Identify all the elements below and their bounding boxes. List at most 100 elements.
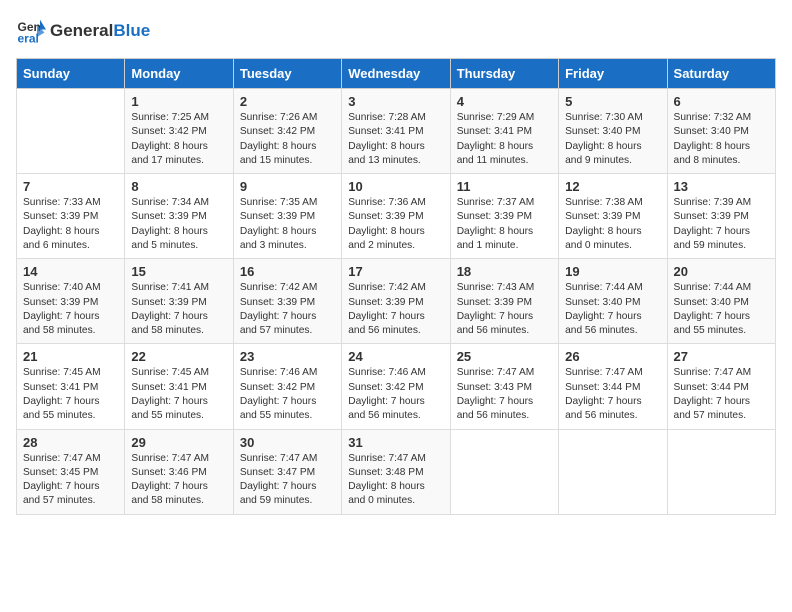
calendar-cell: [450, 429, 558, 514]
day-info: Sunrise: 7:47 AMSunset: 3:47 PMDaylight:…: [240, 452, 335, 509]
day-number: 8: [131, 179, 226, 194]
day-number: 20: [674, 264, 769, 279]
day-info: Sunrise: 7:42 AMSunset: 3:39 PMDaylight:…: [348, 281, 443, 338]
day-info: Sunrise: 7:46 AMSunset: 3:42 PMDaylight:…: [240, 366, 335, 423]
day-info: Sunrise: 7:47 AMSunset: 3:44 PMDaylight:…: [565, 366, 660, 423]
day-number: 14: [23, 264, 118, 279]
day-info: Sunrise: 7:44 AMSunset: 3:40 PMDaylight:…: [565, 281, 660, 338]
weekday-header-tuesday: Tuesday: [233, 59, 341, 89]
day-number: 5: [565, 94, 660, 109]
calendar-cell: 10Sunrise: 7:36 AMSunset: 3:39 PMDayligh…: [342, 174, 450, 259]
day-info: Sunrise: 7:47 AMSunset: 3:44 PMDaylight:…: [674, 366, 769, 423]
calendar-cell: 25 Sunrise: 7:47 AMSunset: 3:43 PMDayligh…: [450, 344, 558, 429]
calendar-cell: [559, 429, 667, 514]
weekday-header-thursday: Thursday: [450, 59, 558, 89]
day-number: 6: [674, 94, 769, 109]
day-number: 18: [457, 264, 552, 279]
day-info: Sunrise: 7:45 AMSunset: 3:41 PMDaylight:…: [23, 366, 118, 423]
calendar-week-row: 28 Sunrise: 7:47 AMSunset: 3:45 PMDayligh…: [17, 429, 776, 514]
weekday-header-wednesday: Wednesday: [342, 59, 450, 89]
day-number: 29: [131, 435, 226, 450]
day-number: 10: [348, 179, 443, 194]
day-info: Sunrise: 7:32 AMSunset: 3:40 PMDaylight:…: [674, 111, 769, 168]
calendar-cell: 15 Sunrise: 7:41 AMSunset: 3:39 PMDayligh…: [125, 259, 233, 344]
calendar-cell: 2Sunrise: 7:26 AMSunset: 3:42 PMDaylight…: [233, 89, 341, 174]
day-info: Sunrise: 7:38 AMSunset: 3:39 PMDaylight:…: [565, 196, 660, 253]
day-info: Sunrise: 7:34 AMSunset: 3:39 PMDaylight:…: [131, 196, 226, 253]
day-info: Sunrise: 7:45 AMSunset: 3:41 PMDaylight:…: [131, 366, 226, 423]
day-info: Sunrise: 7:47 AMSunset: 3:45 PMDaylight:…: [23, 452, 118, 509]
calendar-cell: 13Sunrise: 7:39 AMSunset: 3:39 PMDayligh…: [667, 174, 775, 259]
calendar-cell: 9 Sunrise: 7:35 AMSunset: 3:39 PMDaylight…: [233, 174, 341, 259]
day-number: 3: [348, 94, 443, 109]
calendar-cell: 30 Sunrise: 7:47 AMSunset: 3:47 PMDayligh…: [233, 429, 341, 514]
weekday-header-friday: Friday: [559, 59, 667, 89]
day-number: 28: [23, 435, 118, 450]
day-number: 12: [565, 179, 660, 194]
calendar-table: SundayMondayTuesdayWednesdayThursdayFrid…: [16, 58, 776, 515]
calendar-cell: 18 Sunrise: 7:43 AMSunset: 3:39 PMDayligh…: [450, 259, 558, 344]
day-info: Sunrise: 7:43 AMSunset: 3:39 PMDaylight:…: [457, 281, 552, 338]
weekday-header-monday: Monday: [125, 59, 233, 89]
day-number: 24: [348, 349, 443, 364]
day-info: Sunrise: 7:46 AMSunset: 3:42 PMDaylight:…: [348, 366, 443, 423]
calendar-week-row: 21 Sunrise: 7:45 AMSunset: 3:41 PMDayligh…: [17, 344, 776, 429]
day-number: 22: [131, 349, 226, 364]
day-info: Sunrise: 7:41 AMSunset: 3:39 PMDaylight:…: [131, 281, 226, 338]
page-header: Gen eral GeneralBlue: [16, 16, 776, 46]
day-number: 27: [674, 349, 769, 364]
calendar-cell: 4Sunrise: 7:29 AMSunset: 3:41 PMDaylight…: [450, 89, 558, 174]
calendar-cell: [667, 429, 775, 514]
day-number: 30: [240, 435, 335, 450]
day-number: 4: [457, 94, 552, 109]
calendar-cell: 26 Sunrise: 7:47 AMSunset: 3:44 PMDayligh…: [559, 344, 667, 429]
weekday-header-sunday: Sunday: [17, 59, 125, 89]
day-info: Sunrise: 7:47 AMSunset: 3:43 PMDaylight:…: [457, 366, 552, 423]
day-info: Sunrise: 7:25 AMSunset: 3:42 PMDaylight:…: [131, 111, 226, 168]
day-number: 16: [240, 264, 335, 279]
calendar-cell: 5 Sunrise: 7:30 AMSunset: 3:40 PMDaylight…: [559, 89, 667, 174]
calendar-cell: 31Sunrise: 7:47 AMSunset: 3:48 PMDayligh…: [342, 429, 450, 514]
calendar-cell: 14Sunrise: 7:40 AMSunset: 3:39 PMDayligh…: [17, 259, 125, 344]
calendar-cell: 22 Sunrise: 7:45 AMSunset: 3:41 PMDayligh…: [125, 344, 233, 429]
weekday-header-saturday: Saturday: [667, 59, 775, 89]
day-info: Sunrise: 7:33 AMSunset: 3:39 PMDaylight:…: [23, 196, 118, 253]
calendar-cell: 11 Sunrise: 7:37 AMSunset: 3:39 PMDayligh…: [450, 174, 558, 259]
calendar-cell: 29 Sunrise: 7:47 AMSunset: 3:46 PMDayligh…: [125, 429, 233, 514]
logo-general: GeneralBlue: [50, 22, 150, 41]
day-number: 15: [131, 264, 226, 279]
calendar-cell: 28 Sunrise: 7:47 AMSunset: 3:45 PMDayligh…: [17, 429, 125, 514]
day-info: Sunrise: 7:30 AMSunset: 3:40 PMDaylight:…: [565, 111, 660, 168]
calendar-week-row: 7 Sunrise: 7:33 AMSunset: 3:39 PMDaylight…: [17, 174, 776, 259]
day-info: Sunrise: 7:47 AMSunset: 3:46 PMDaylight:…: [131, 452, 226, 509]
calendar-cell: 16Sunrise: 7:42 AMSunset: 3:39 PMDayligh…: [233, 259, 341, 344]
day-info: Sunrise: 7:47 AMSunset: 3:48 PMDaylight:…: [348, 452, 443, 509]
day-number: 7: [23, 179, 118, 194]
day-info: Sunrise: 7:44 AMSunset: 3:40 PMDaylight:…: [674, 281, 769, 338]
calendar-week-row: 1Sunrise: 7:25 AMSunset: 3:42 PMDaylight…: [17, 89, 776, 174]
day-info: Sunrise: 7:35 AMSunset: 3:39 PMDaylight:…: [240, 196, 335, 253]
svg-text:eral: eral: [18, 31, 39, 45]
calendar-cell: 19Sunrise: 7:44 AMSunset: 3:40 PMDayligh…: [559, 259, 667, 344]
calendar-week-row: 14Sunrise: 7:40 AMSunset: 3:39 PMDayligh…: [17, 259, 776, 344]
calendar-cell: 6 Sunrise: 7:32 AMSunset: 3:40 PMDaylight…: [667, 89, 775, 174]
calendar-cell: 1Sunrise: 7:25 AMSunset: 3:42 PMDaylight…: [125, 89, 233, 174]
calendar-header-row: SundayMondayTuesdayWednesdayThursdayFrid…: [17, 59, 776, 89]
day-number: 21: [23, 349, 118, 364]
day-info: Sunrise: 7:28 AMSunset: 3:41 PMDaylight:…: [348, 111, 443, 168]
calendar-cell: 17Sunrise: 7:42 AMSunset: 3:39 PMDayligh…: [342, 259, 450, 344]
day-number: 11: [457, 179, 552, 194]
calendar-cell: 12 Sunrise: 7:38 AMSunset: 3:39 PMDayligh…: [559, 174, 667, 259]
day-info: Sunrise: 7:37 AMSunset: 3:39 PMDaylight:…: [457, 196, 552, 253]
calendar-cell: 27 Sunrise: 7:47 AMSunset: 3:44 PMDayligh…: [667, 344, 775, 429]
day-number: 9: [240, 179, 335, 194]
calendar-cell: 3 Sunrise: 7:28 AMSunset: 3:41 PMDaylight…: [342, 89, 450, 174]
day-number: 25: [457, 349, 552, 364]
logo: Gen eral GeneralBlue: [16, 16, 150, 46]
calendar-cell: 8 Sunrise: 7:34 AMSunset: 3:39 PMDaylight…: [125, 174, 233, 259]
day-number: 23: [240, 349, 335, 364]
calendar-cell: [17, 89, 125, 174]
day-number: 26: [565, 349, 660, 364]
calendar-cell: 20 Sunrise: 7:44 AMSunset: 3:40 PMDayligh…: [667, 259, 775, 344]
day-number: 2: [240, 94, 335, 109]
